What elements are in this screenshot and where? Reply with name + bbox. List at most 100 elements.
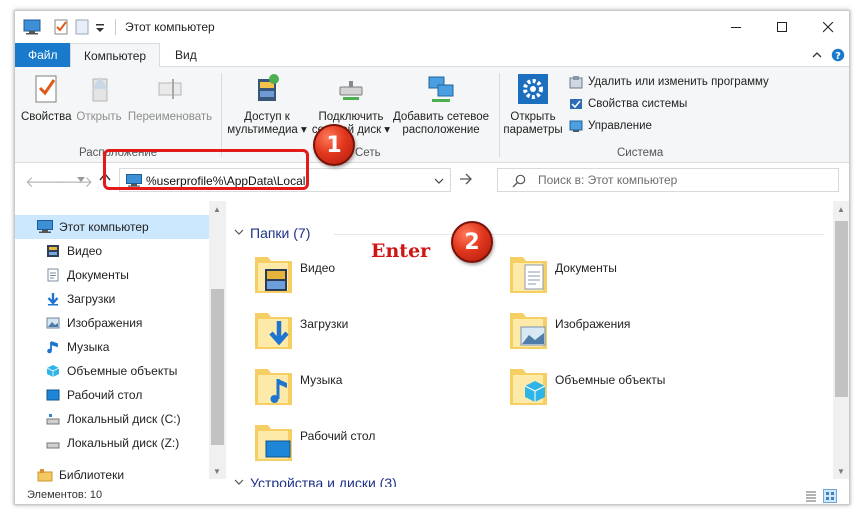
folder-tile-pictures[interactable]: Изображения xyxy=(509,305,739,353)
help-icon[interactable]: ? xyxy=(831,48,845,62)
folder-tile-video[interactable]: Видео xyxy=(254,249,484,297)
pictures-folder-icon xyxy=(510,313,547,349)
nav-item-pictures[interactable]: Изображения xyxy=(15,311,209,335)
group-separator xyxy=(499,73,500,157)
documents-icon xyxy=(47,268,59,282)
content-scroll-thumb[interactable] xyxy=(835,221,848,397)
nav-label: Локальный диск (Z:) xyxy=(67,436,180,450)
desktop-folder-icon xyxy=(255,425,292,461)
folders-section-header[interactable]: Папки (7) xyxy=(234,225,310,241)
ribbon-collapse-icon[interactable] xyxy=(811,49,823,61)
nav-item-desktop[interactable]: Рабочий стол xyxy=(15,383,209,407)
music-icon xyxy=(47,341,58,354)
scroll-up-icon[interactable]: ▲ xyxy=(837,205,845,214)
nav-label: Видео xyxy=(67,244,103,258)
folder-label: Музыка xyxy=(300,373,343,387)
nav-label: Локальный диск (C:) xyxy=(67,412,181,426)
manage-button[interactable]: Управление xyxy=(569,119,652,133)
folder-tile-3d-objects[interactable]: Объемные объекты xyxy=(509,361,739,409)
add-net-location-label-2: расположение xyxy=(402,124,480,136)
nav-item-libraries[interactable]: Библиотеки xyxy=(15,463,209,487)
music-folder-icon xyxy=(255,369,292,405)
open-icon xyxy=(92,77,108,102)
open-label: Открыть xyxy=(76,111,122,123)
folder-label: Видео xyxy=(300,261,336,275)
nav-item-downloads[interactable]: Загрузки xyxy=(15,287,209,311)
nav-label: Музыка xyxy=(67,340,110,354)
maximize-icon xyxy=(776,21,787,32)
media-access-label-1: Доступ к xyxy=(244,111,290,123)
chevron-down-icon xyxy=(234,229,244,235)
content-scrollbar[interactable]: ▲ ▼ xyxy=(833,201,849,479)
close-button[interactable] xyxy=(805,11,849,43)
nav-pane-scrollbar[interactable]: ▲ ▼ xyxy=(209,201,226,479)
uninstall-icon xyxy=(569,76,583,89)
add-network-location-button[interactable]: Добавить сетевое расположение xyxy=(391,73,491,137)
nav-item-documents[interactable]: Документы xyxy=(15,263,209,287)
desktop-icon xyxy=(46,389,60,401)
nav-item-video[interactable]: Видео xyxy=(15,239,209,263)
folder-tile-desktop[interactable]: Рабочий стол xyxy=(254,417,484,465)
nav-item-local-disk-z[interactable]: Локальный диск (Z:) xyxy=(15,431,209,455)
tab-computer[interactable]: Компьютер xyxy=(70,43,161,68)
properties-qat-icon[interactable] xyxy=(53,19,69,35)
minimize-button[interactable] xyxy=(713,11,759,43)
properties-icon xyxy=(35,75,57,103)
scroll-down-icon[interactable]: ▼ xyxy=(837,467,845,476)
nav-item-this-pc[interactable]: Этот компьютер xyxy=(15,215,209,239)
scroll-down-icon[interactable]: ▼ xyxy=(213,467,221,476)
tab-view[interactable]: Вид xyxy=(162,43,210,67)
maximize-button[interactable] xyxy=(759,11,805,43)
tiles-view-icon[interactable] xyxy=(823,489,837,503)
section-divider xyxy=(334,234,824,235)
folder-label: Загрузки xyxy=(300,317,349,331)
item-count: Элементов: 10 xyxy=(27,489,103,501)
scroll-up-icon[interactable]: ▲ xyxy=(213,205,221,214)
tab-file[interactable]: Файл xyxy=(15,43,71,67)
search-box[interactable]: Поиск в: Этот компьютер xyxy=(497,168,839,192)
svg-text:?: ? xyxy=(835,51,841,62)
group-separator xyxy=(221,73,222,157)
3d-objects-folder-icon xyxy=(510,369,547,405)
gear-icon xyxy=(518,74,548,104)
chevron-down-icon xyxy=(234,479,244,485)
nav-pane-scroll-thumb[interactable] xyxy=(211,289,224,445)
rename-label: Переименовать xyxy=(127,111,213,123)
downloads-folder-icon xyxy=(255,313,292,349)
content-pane: Папки (7) Видео Документы Загрузки Изобр… xyxy=(226,201,833,491)
recent-locations-icon[interactable] xyxy=(77,177,85,183)
go-arrow-icon[interactable] xyxy=(459,173,473,185)
libraries-icon xyxy=(37,469,53,482)
properties-button[interactable]: Свойства xyxy=(21,73,72,124)
search-icon xyxy=(512,174,526,188)
new-folder-qat-icon[interactable] xyxy=(75,19,89,35)
folder-tile-downloads[interactable]: Загрузки xyxy=(254,305,484,353)
ribbon-tabs: Файл Компьютер Вид ? xyxy=(15,43,849,68)
folders-header-label: Папки (7) xyxy=(250,225,311,241)
media-access-button[interactable]: Доступ к мультимедиа ▾ xyxy=(227,73,307,137)
media-access-label-2: мультимедиа ▾ xyxy=(227,124,307,136)
rename-button[interactable]: Переименовать xyxy=(125,73,215,124)
annotation-highlight-box xyxy=(103,149,309,190)
qat-dropdown-icon[interactable] xyxy=(95,23,105,33)
details-view-icon[interactable] xyxy=(805,490,817,502)
nav-label: Этот компьютер xyxy=(59,220,149,234)
system-properties-button[interactable]: Свойства системы xyxy=(569,97,687,111)
folder-tile-music[interactable]: Музыка xyxy=(254,361,484,409)
uninstall-program-button[interactable]: Удалить или изменить программу xyxy=(569,75,769,89)
map-drive-label-1: Подключить xyxy=(318,111,384,123)
pictures-icon xyxy=(46,317,60,329)
open-settings-button[interactable]: Открыть параметры xyxy=(503,73,563,137)
nav-item-3d-objects[interactable]: Объемные объекты xyxy=(15,359,209,383)
folder-tile-documents[interactable]: Документы xyxy=(509,249,739,297)
chevron-down-icon[interactable] xyxy=(434,178,444,184)
forward-button[interactable]: 🡒 xyxy=(53,172,93,191)
nav-item-music[interactable]: Музыка xyxy=(15,335,209,359)
open-button[interactable]: Открыть xyxy=(73,73,125,124)
nav-item-local-disk-c[interactable]: Локальный диск (C:) xyxy=(15,407,209,431)
search-input[interactable]: Поиск в: Этот компьютер xyxy=(538,173,677,187)
folder-label: Изображения xyxy=(555,317,631,331)
navigation-pane: Этот компьютер Видео Документы Загрузки … xyxy=(15,201,209,482)
nav-label: Рабочий стол xyxy=(67,388,143,402)
nav-label: Документы xyxy=(67,268,129,282)
